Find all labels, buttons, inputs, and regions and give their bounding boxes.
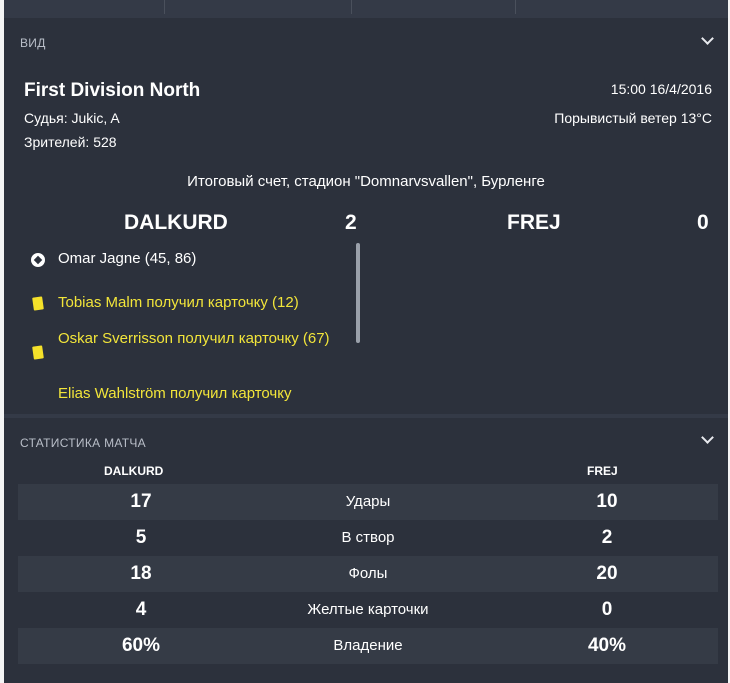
event-goal[interactable]: Omar Jagne (45, 86) xyxy=(58,247,348,271)
top-tab-bar xyxy=(4,0,728,14)
view-section-header: ВИД xyxy=(20,36,46,50)
stat-home-value: 60% xyxy=(121,635,161,656)
stat-label: Желтые карточки xyxy=(307,601,429,618)
event-yellow-card[interactable]: Oskar Sverrisson получил карточку (67) xyxy=(58,327,348,351)
stats-row: 60% Владение 40% xyxy=(18,628,718,664)
stat-home-value: 4 xyxy=(135,599,147,620)
yellow-card-icon xyxy=(32,296,44,311)
match-datetime: 15:00 16/4/2016 xyxy=(610,81,712,97)
stats-row: 4 Желтые карточки 0 xyxy=(18,592,718,628)
stat-away-value: 40% xyxy=(587,635,627,656)
stats-row: 18 Фолы 20 xyxy=(18,556,718,592)
football-icon xyxy=(31,253,45,267)
stats-section-header: СТАТИСТИКА МАТЧА xyxy=(20,436,146,450)
stat-home-value: 18 xyxy=(130,563,152,584)
yellow-card-icon xyxy=(32,345,44,360)
stats-table: 17 Удары 10 5 В створ 2 18 Фолы 20 4 Жел… xyxy=(18,484,718,664)
stat-home-value: 17 xyxy=(130,491,152,512)
stat-home-value: 5 xyxy=(135,527,147,548)
event-yellow-card[interactable]: Elias Wahlström получил карточку xyxy=(58,382,348,406)
tab-separator xyxy=(515,0,516,14)
stat-label: Удары xyxy=(345,493,391,510)
referee-text: Судья: Jukic, A xyxy=(24,110,120,126)
stat-label: Фолы xyxy=(348,565,388,582)
home-score: 2 xyxy=(345,211,357,234)
stats-away-team: FREJ xyxy=(587,464,618,478)
away-score: 0 xyxy=(697,211,709,234)
stats-row: 17 Удары 10 xyxy=(18,484,718,520)
result-text: Итоговый счет, стадион "Domnarvsvallen",… xyxy=(187,173,545,190)
event-yellow-card[interactable]: Tobias Malm получил карточку (12) xyxy=(58,291,348,315)
stat-away-value: 20 xyxy=(596,563,618,584)
stat-away-value: 2 xyxy=(601,527,613,548)
stat-away-value: 0 xyxy=(601,599,613,620)
weather-text: Порывистый ветер 13°C xyxy=(554,110,712,126)
events-scrollbar[interactable] xyxy=(356,243,360,343)
tab-separator xyxy=(164,0,165,14)
stat-away-value: 10 xyxy=(596,491,618,512)
competition-title[interactable]: First Division North xyxy=(24,80,200,102)
match-overview-window: ВИД First Division North Судья: Jukic, A… xyxy=(4,0,728,683)
stats-row: 5 В створ 2 xyxy=(18,520,718,556)
stat-label: В створ xyxy=(341,529,395,546)
stat-label: Владение xyxy=(333,637,403,654)
home-team-name[interactable]: DALKURD xyxy=(124,211,228,235)
away-team-name[interactable]: FREJ xyxy=(507,211,561,235)
stats-home-team: DALKURD xyxy=(104,464,164,478)
match-events-list: Omar Jagne (45, 86) Tobias Malm получил … xyxy=(4,240,354,408)
tab-separator xyxy=(351,0,352,14)
attendance-text: Зрителей: 528 xyxy=(24,134,117,150)
